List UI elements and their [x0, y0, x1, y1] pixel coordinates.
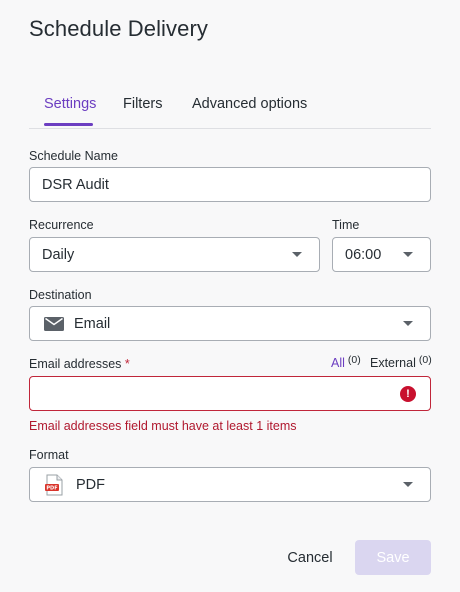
dialog-title: Schedule Delivery [29, 16, 209, 41]
pdf-file-icon: PDF [45, 474, 63, 495]
format-select[interactable]: PDF PDF [29, 467, 431, 502]
destination-label: Destination [29, 288, 92, 302]
external-count: (0) [418, 354, 432, 366]
chevron-down-icon [403, 321, 413, 326]
email-addresses-input[interactable]: ! [29, 376, 431, 411]
email-addresses-label-text: Email addresses [29, 357, 122, 371]
active-tab-indicator [44, 123, 93, 126]
tab-advanced-options[interactable]: Advanced options [192, 96, 307, 112]
format-value: PDF [76, 476, 105, 493]
recurrence-label: Recurrence [29, 218, 94, 232]
email-filter-all[interactable]: All (0) [331, 354, 361, 370]
all-link[interactable]: All [331, 356, 345, 370]
time-value: 06:00 [345, 246, 382, 263]
all-count: (0) [347, 354, 361, 366]
save-button[interactable]: Save [355, 540, 431, 575]
email-filter-external[interactable]: External (0) [370, 354, 432, 370]
recurrence-value: Daily [42, 246, 75, 263]
schedule-name-value: DSR Audit [42, 176, 109, 193]
destination-select[interactable]: Email [29, 306, 431, 341]
chevron-down-icon [403, 252, 413, 257]
tab-bar: Settings Filters Advanced options [29, 88, 431, 129]
recurrence-select[interactable]: Daily [29, 237, 320, 272]
tab-settings[interactable]: Settings [44, 96, 96, 112]
schedule-name-input[interactable]: DSR Audit [29, 167, 431, 202]
time-select[interactable]: 06:00 [332, 237, 431, 272]
format-label: Format [29, 448, 69, 462]
svg-text:PDF: PDF [46, 485, 57, 491]
destination-value: Email [74, 315, 111, 332]
envelope-icon [44, 316, 64, 331]
cancel-button[interactable]: Cancel [279, 540, 341, 575]
time-label: Time [332, 218, 360, 232]
chevron-down-icon [292, 252, 302, 257]
schedule-name-label: Schedule Name [29, 149, 118, 163]
required-marker: * [124, 357, 130, 371]
email-addresses-error: Email addresses field must have at least… [29, 419, 297, 433]
chevron-down-icon [403, 482, 413, 487]
error-icon: ! [400, 386, 416, 402]
email-addresses-label: Email addresses * [29, 357, 130, 371]
tab-filters[interactable]: Filters [123, 96, 162, 112]
external-link[interactable]: External [370, 356, 416, 370]
